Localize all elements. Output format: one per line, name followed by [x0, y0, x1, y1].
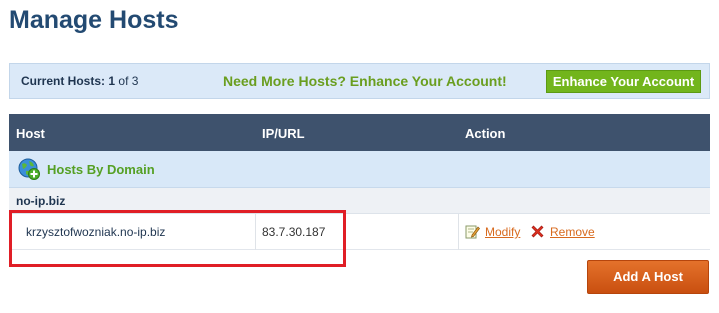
cell-divider — [458, 214, 459, 250]
modify-label[interactable]: Modify — [485, 225, 520, 239]
promo-text: Need More Hosts? Enhance Your Account! — [223, 73, 507, 89]
enhance-account-button[interactable]: Enhance Your Account — [546, 70, 701, 93]
highlight-annotation — [9, 210, 346, 267]
globe-add-icon — [18, 158, 40, 180]
current-hosts-count: 1 — [108, 74, 116, 88]
domain-name: no-ip.biz — [16, 194, 66, 208]
table-header: Host IP/URL Action — [9, 114, 710, 151]
header-host: Host — [16, 126, 45, 141]
edit-pencil-icon — [465, 225, 480, 239]
header-ip: IP/URL — [262, 126, 305, 141]
page-title: Manage Hosts — [9, 6, 179, 34]
current-hosts-text: Current Hosts: 1 of 3 — [21, 74, 138, 88]
group-row: Hosts By Domain — [9, 151, 710, 188]
current-hosts-total: of 3 — [118, 74, 139, 88]
current-hosts-label: Current Hosts: — [21, 74, 106, 88]
header-action: Action — [465, 126, 506, 141]
remove-label[interactable]: Remove — [550, 225, 595, 239]
red-x-icon — [531, 225, 544, 238]
add-host-button[interactable]: Add A Host — [587, 260, 709, 294]
info-bar: Current Hosts: 1 of 3 Need More Hosts? E… — [9, 63, 710, 99]
group-label: Hosts By Domain — [47, 162, 155, 177]
